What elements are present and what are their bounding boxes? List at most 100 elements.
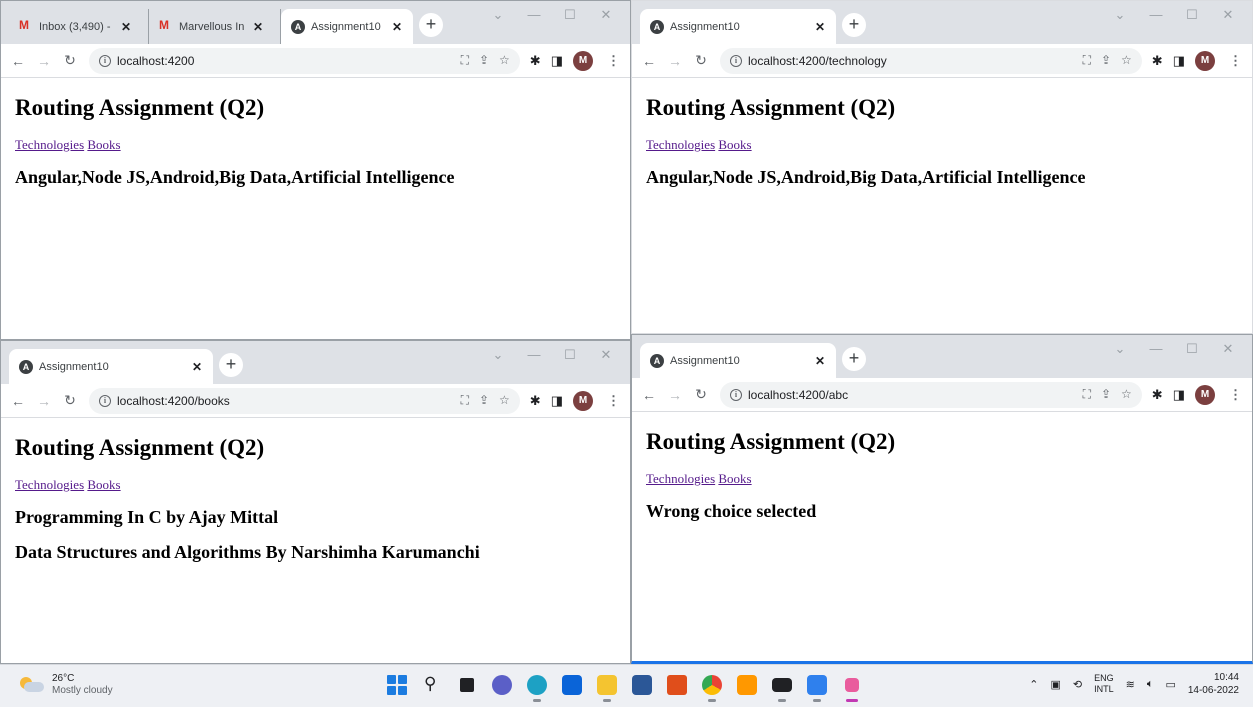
books-link[interactable]: Books xyxy=(718,471,751,486)
close-icon[interactable]: ✕ xyxy=(812,354,828,368)
close-icon[interactable]: ✕ xyxy=(118,20,134,34)
address-bar[interactable]: i localhost:4200 ⛶ ⇪ ☆ xyxy=(89,47,520,74)
forward-button[interactable]: → xyxy=(33,53,55,69)
tab-assignment10[interactable]: A Assignment10 ✕ xyxy=(281,9,413,44)
minimize-button[interactable]: — xyxy=(1138,7,1174,23)
battery-icon[interactable]: ▭ xyxy=(1165,678,1175,691)
vscode-button[interactable] xyxy=(805,673,829,702)
sync-icon[interactable]: ⟲ xyxy=(1073,678,1082,691)
translate-icon[interactable]: ⛶ xyxy=(1083,387,1091,402)
tab-marvellous[interactable]: Marvellous Infosys ✕ xyxy=(149,9,281,44)
close-window-button[interactable]: ✕ xyxy=(1210,7,1246,23)
minimize-button[interactable]: — xyxy=(516,7,552,23)
search-button[interactable]: ⚲ xyxy=(420,673,444,697)
new-tab-button[interactable]: + xyxy=(842,347,866,371)
chat-button[interactable] xyxy=(490,673,514,697)
snipping-tool-button[interactable] xyxy=(840,673,864,702)
extensions-icon[interactable]: ✱ xyxy=(530,53,541,69)
close-icon[interactable]: ✕ xyxy=(812,20,828,34)
maximize-button[interactable]: ☐ xyxy=(1174,7,1210,23)
translate-icon[interactable]: ⛶ xyxy=(1083,53,1091,68)
back-button[interactable]: ← xyxy=(7,393,29,409)
menu-icon[interactable]: ⋮ xyxy=(1225,53,1246,69)
new-tab-button[interactable]: + xyxy=(219,353,243,377)
chevron-up-icon[interactable]: ⌃ xyxy=(1029,678,1038,691)
terminal-button[interactable] xyxy=(770,673,794,702)
side-panel-icon[interactable]: ◨ xyxy=(1173,387,1185,403)
close-icon[interactable]: ✕ xyxy=(189,360,205,374)
weather-widget[interactable]: 26°C Mostly cloudy xyxy=(18,673,113,697)
menu-icon[interactable]: ⋮ xyxy=(603,53,624,69)
close-window-button[interactable]: ✕ xyxy=(1210,341,1246,357)
forward-button[interactable]: → xyxy=(33,393,55,409)
network-monitor-icon[interactable]: ▣ xyxy=(1050,678,1060,691)
maximize-button[interactable]: ☐ xyxy=(1174,341,1210,357)
reload-button[interactable]: ↻ xyxy=(59,52,81,69)
sublime-button[interactable] xyxy=(735,673,759,697)
wifi-icon[interactable]: ≋ xyxy=(1126,678,1135,691)
technologies-link[interactable]: Technologies xyxy=(15,477,84,492)
close-window-button[interactable]: ✕ xyxy=(588,7,624,23)
address-bar[interactable]: i localhost:4200/abc ⛶ ⇪ ☆ xyxy=(720,381,1142,408)
side-panel-icon[interactable]: ◨ xyxy=(551,393,563,409)
address-bar[interactable]: i localhost:4200/books ⛶ ⇪ ☆ xyxy=(89,387,520,414)
tab-assignment10[interactable]: A Assignment10 ✕ xyxy=(9,349,213,384)
minimize-button[interactable]: — xyxy=(1138,341,1174,357)
close-icon[interactable]: ✕ xyxy=(389,20,405,34)
star-icon[interactable]: ☆ xyxy=(499,53,510,68)
side-panel-icon[interactable]: ◨ xyxy=(551,53,563,69)
office-button[interactable] xyxy=(665,673,689,697)
mail-button[interactable] xyxy=(560,673,584,697)
side-panel-icon[interactable]: ◨ xyxy=(1173,53,1185,69)
star-icon[interactable]: ☆ xyxy=(1121,387,1132,402)
address-bar[interactable]: i localhost:4200/technology ⛶ ⇪ ☆ xyxy=(720,47,1142,74)
volume-icon[interactable]: 🔈︎ xyxy=(1147,678,1154,691)
extensions-icon[interactable]: ✱ xyxy=(1152,53,1163,69)
maximize-button[interactable]: ☐ xyxy=(552,347,588,363)
avatar[interactable]: M xyxy=(573,390,593,411)
forward-button[interactable]: → xyxy=(664,53,686,69)
chrome-button[interactable] xyxy=(700,673,724,702)
books-link[interactable]: Books xyxy=(718,137,751,152)
star-icon[interactable]: ☆ xyxy=(1121,53,1132,68)
close-window-button[interactable]: ✕ xyxy=(588,347,624,363)
tab-inbox[interactable]: Inbox (3,490) - ma ✕ xyxy=(9,9,149,44)
extensions-icon[interactable]: ✱ xyxy=(1152,387,1163,403)
language-indicator[interactable]: ENG INTL xyxy=(1094,673,1114,695)
new-tab-button[interactable]: + xyxy=(419,13,443,37)
start-button[interactable] xyxy=(385,673,409,697)
books-link[interactable]: Books xyxy=(87,477,120,492)
avatar[interactable]: M xyxy=(1195,50,1215,71)
minimize-button[interactable]: — xyxy=(516,347,552,363)
task-view-button[interactable] xyxy=(455,673,479,697)
new-tab-button[interactable]: + xyxy=(842,13,866,37)
maximize-button[interactable]: ☐ xyxy=(552,7,588,23)
back-button[interactable]: ← xyxy=(638,53,660,69)
share-icon[interactable]: ⇪ xyxy=(479,53,489,68)
chevron-down-icon[interactable]: ⌄ xyxy=(1102,7,1138,23)
extensions-icon[interactable]: ✱ xyxy=(530,393,541,409)
technologies-link[interactable]: Technologies xyxy=(646,137,715,152)
menu-icon[interactable]: ⋮ xyxy=(1225,387,1246,403)
avatar[interactable]: M xyxy=(573,50,593,71)
avatar[interactable]: M xyxy=(1195,384,1215,405)
books-link[interactable]: Books xyxy=(87,137,120,152)
forward-button[interactable]: → xyxy=(664,387,686,403)
edge-button[interactable] xyxy=(525,673,549,702)
store-button[interactable] xyxy=(630,673,654,697)
share-icon[interactable]: ⇪ xyxy=(479,393,489,408)
technologies-link[interactable]: Technologies xyxy=(15,137,84,152)
translate-icon[interactable]: ⛶ xyxy=(461,393,469,408)
info-icon[interactable]: i xyxy=(99,394,111,407)
reload-button[interactable]: ↻ xyxy=(690,52,712,69)
back-button[interactable]: ← xyxy=(7,53,29,69)
chevron-down-icon[interactable]: ⌄ xyxy=(480,7,516,23)
translate-icon[interactable]: ⛶ xyxy=(461,53,469,68)
tab-assignment10[interactable]: A Assignment10 ✕ xyxy=(640,343,836,378)
chevron-down-icon[interactable]: ⌄ xyxy=(1102,341,1138,357)
reload-button[interactable]: ↻ xyxy=(690,386,712,403)
chevron-down-icon[interactable]: ⌄ xyxy=(480,347,516,363)
back-button[interactable]: ← xyxy=(638,387,660,403)
info-icon[interactable]: i xyxy=(730,54,742,67)
menu-icon[interactable]: ⋮ xyxy=(603,393,624,409)
